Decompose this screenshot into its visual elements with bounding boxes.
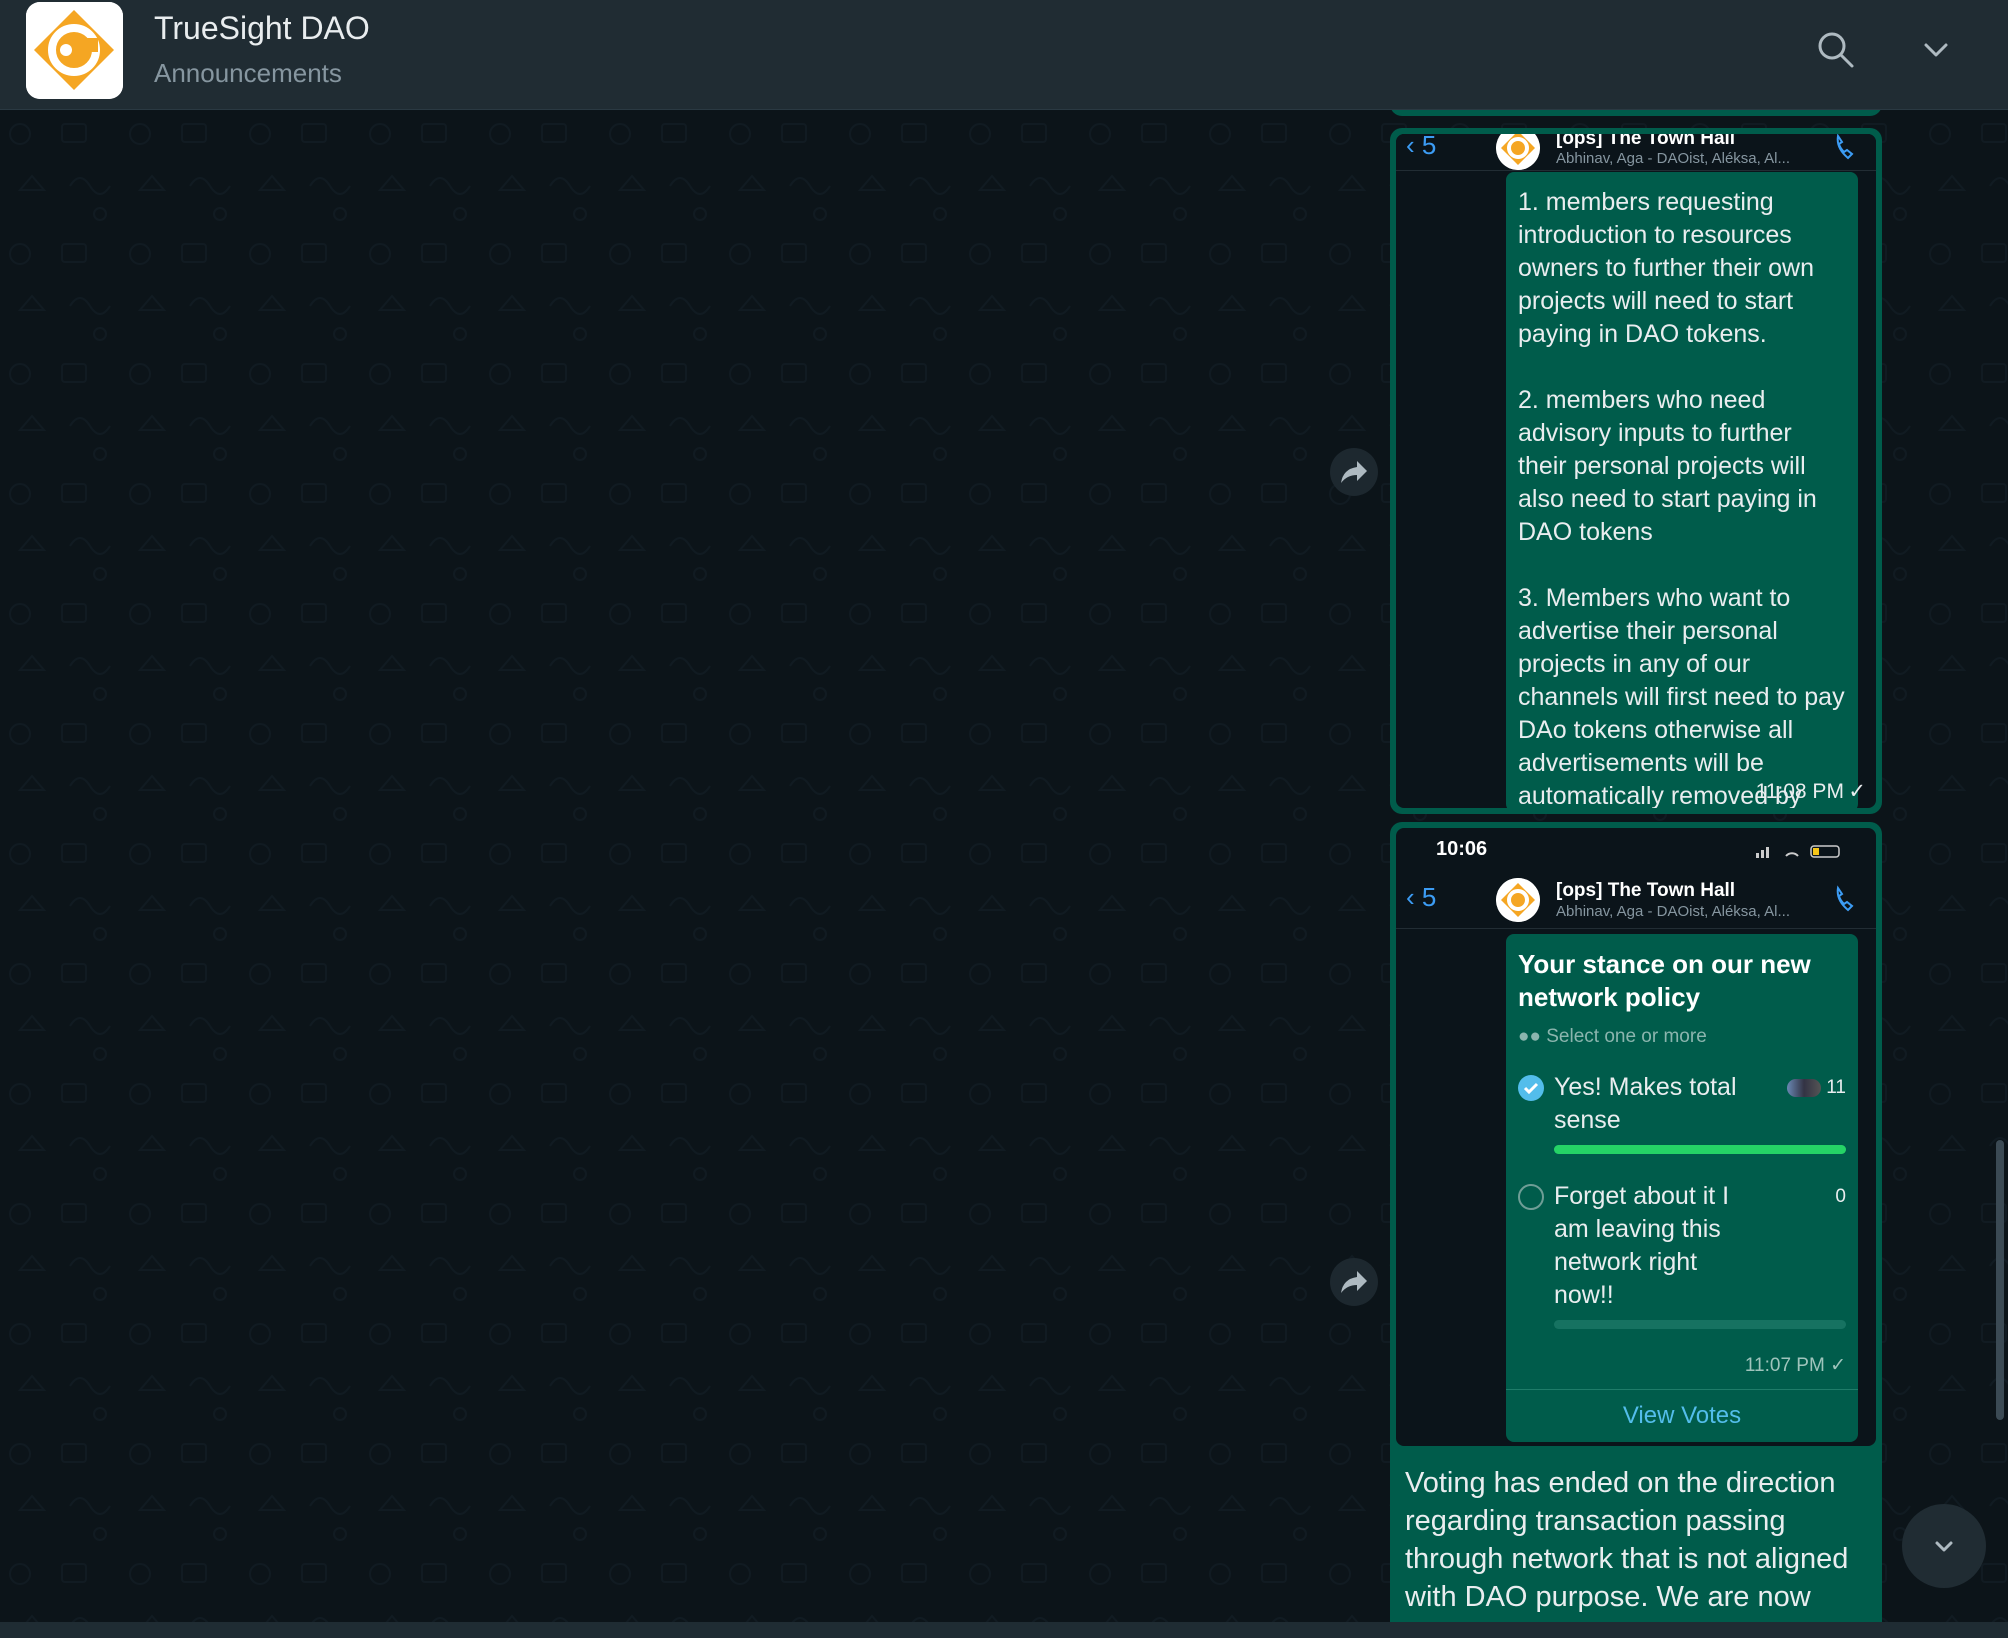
forward-icon <box>1341 461 1367 483</box>
screenshot-image[interactable]: ‹ 5 [ops] The Town Hall Abhinav, Aga - D… <box>1396 134 1876 808</box>
group-avatar[interactable] <box>26 2 123 99</box>
message-text: Voting has ended on the direction regard… <box>1405 1467 1849 1622</box>
multi-select-icon: ●● <box>1518 1026 1547 1047</box>
poll-card: Your stance on our new network policy ●●… <box>1506 934 1858 1442</box>
poll-question: Your stance on our new network policy <box>1518 949 1811 1012</box>
voter-avatars <box>1786 1078 1821 1097</box>
message-time: 11:08 PM <box>1755 780 1844 803</box>
screenshot-header: ‹ 5 [ops] The Town Hall Abhinav, Aga - D… <box>1396 872 1876 929</box>
add-call-icon <box>1832 884 1862 919</box>
poll-progress-bar <box>1554 1320 1846 1329</box>
chat-subtitle: Announcements <box>154 58 342 88</box>
poll-option-1: Yes! Makes total sense 11 <box>1518 1071 1846 1154</box>
poll-select-text: Select one or more <box>1546 1026 1707 1047</box>
poll-progress-bar <box>1554 1145 1846 1154</box>
screenshot-group-avatar <box>1496 134 1540 170</box>
policy-point-1: 1. members requesting introduction to re… <box>1518 188 1814 348</box>
screenshot-group-name: [ops] The Town Hall <box>1556 880 1736 901</box>
poll-vote-count: 0 <box>1835 1186 1846 1207</box>
back-icon: ‹ 5 <box>1406 134 1436 161</box>
sent-check-icon: ✓ <box>1848 780 1866 803</box>
screenshot-group-avatar <box>1496 878 1540 922</box>
truesight-logo-icon <box>26 2 123 99</box>
screenshot-header: ‹ 5 [ops] The Town Hall Abhinav, Aga - D… <box>1396 134 1876 171</box>
forward-icon <box>1341 1271 1367 1293</box>
screenshot-image[interactable]: 10:06 ‹ 5 [ops] The Town Hall Abhinav, A… <box>1396 828 1876 1446</box>
screenshot-members: Abhinav, Aga - DAOist, Aléksa, Al... <box>1556 150 1791 167</box>
image-message-bubble[interactable]: ‹ 5 [ops] The Town Hall Abhinav, Aga - D… <box>1390 128 1882 814</box>
phone-time: 10:06 <box>1436 838 1488 860</box>
status-bar-icons <box>1756 844 1846 863</box>
screenshot-members: Abhinav, Aga - DAOist, Aléksa, Al... <box>1556 903 1791 920</box>
poll-option-label: Yes! Makes total sense <box>1554 1073 1737 1134</box>
policy-point-3: 3. Members who want to advertise their p… <box>1518 584 1845 808</box>
chevron-down-icon <box>1935 1541 1953 1552</box>
back-count: 5 <box>1421 134 1437 160</box>
back-count: 5 <box>1421 882 1437 912</box>
chevron-down-icon[interactable] <box>1916 30 1956 70</box>
unchecked-circle-icon <box>1518 1184 1544 1210</box>
scroll-to-bottom-button[interactable] <box>1902 1504 1986 1588</box>
screenshot-group-name: [ops] The Town Hall <box>1556 134 1736 149</box>
vote-count-value: 11 <box>1826 1077 1846 1098</box>
add-call-icon <box>1832 134 1862 167</box>
chat-title[interactable]: TrueSight DAO <box>154 10 370 47</box>
view-votes-button[interactable]: View Votes <box>1506 1389 1858 1442</box>
checked-circle-icon <box>1518 1075 1544 1101</box>
scrollbar[interactable] <box>1996 1140 2004 1420</box>
message-bubble-partial[interactable] <box>1390 110 1882 116</box>
policy-point-2: 2. members who need advisory inputs to f… <box>1518 386 1817 546</box>
poll-vote-count: 11 <box>1786 1071 1846 1104</box>
screenshot-message: 1. members requesting introduction to re… <box>1506 172 1858 808</box>
chat-area[interactable]: ‹ 5 [ops] The Town Hall Abhinav, Aga - D… <box>0 110 2008 1622</box>
poll-option-label: Forget about it I am leaving this networ… <box>1554 1182 1730 1309</box>
poll-option-2: Forget about it I am leaving this networ… <box>1518 1180 1846 1329</box>
poll-select-hint: ●● Select one or more <box>1518 1020 1846 1053</box>
forward-button[interactable] <box>1330 1258 1378 1306</box>
poll-time: 11:07 PM ✓ <box>1744 1355 1846 1376</box>
poll-progress-fill <box>1554 1145 1846 1154</box>
message-meta: 11:08 PM ✓ <box>1756 779 1866 804</box>
back-icon: ‹ 5 <box>1406 882 1437 912</box>
forward-button[interactable] <box>1330 448 1378 496</box>
composer-edge <box>0 1622 2008 1638</box>
chat-header[interactable]: TrueSight DAO Announcements <box>0 0 2008 110</box>
search-icon[interactable] <box>1816 30 1856 70</box>
